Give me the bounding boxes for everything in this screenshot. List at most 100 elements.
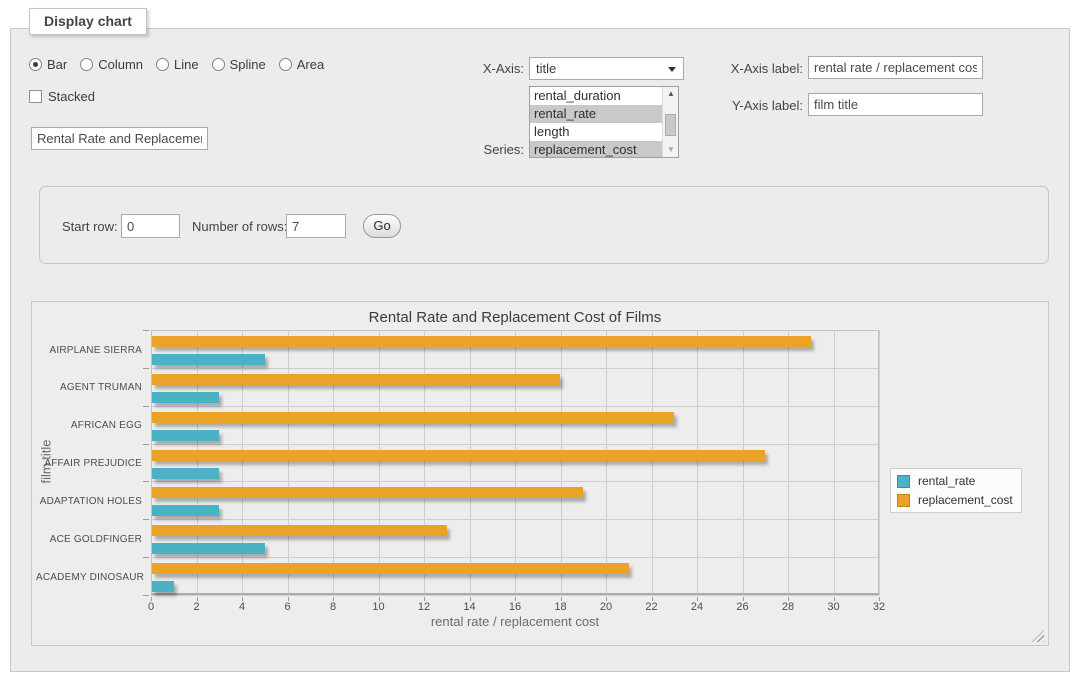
chart-type-radio-column[interactable]: Column xyxy=(80,57,143,72)
start-row-input[interactable] xyxy=(121,214,180,238)
series-option-length[interactable]: length xyxy=(530,123,662,141)
bar-replacement_cost xyxy=(152,374,560,385)
y-tick-mark xyxy=(143,595,149,596)
x-tick-label: 10 xyxy=(364,601,394,613)
legend-item: replacement_cost xyxy=(897,493,1013,507)
chart-type-radio-spline[interactable]: Spline xyxy=(212,57,266,72)
scrollbar-thumb[interactable] xyxy=(665,114,676,136)
gridline-horizontal xyxy=(151,595,879,596)
chart-title-input[interactable] xyxy=(31,127,208,150)
radio-label: Line xyxy=(174,57,199,72)
x-axis-select[interactable]: title xyxy=(529,57,684,80)
bar-rental_rate xyxy=(152,543,265,554)
chart-type-radio-line[interactable]: Line xyxy=(156,57,199,72)
category-label: AIRPLANE SIERRA xyxy=(36,345,142,356)
category-label: ACADEMY DINOSAUR xyxy=(36,572,142,583)
bar-rental_rate xyxy=(152,581,174,592)
x-tick-label: 8 xyxy=(318,601,348,613)
bar-rental_rate xyxy=(152,505,219,516)
radio-icon[interactable] xyxy=(279,58,292,71)
bar-rental_rate xyxy=(152,354,265,365)
chart-legend: rental_rate replacement_cost xyxy=(890,468,1022,513)
num-rows-input[interactable] xyxy=(286,214,346,238)
y-tick-mark xyxy=(143,481,149,482)
x-axis-label-label: X-Axis label: xyxy=(663,61,803,76)
legend-label: rental_rate xyxy=(918,474,975,488)
radio-label: Bar xyxy=(47,57,67,72)
radio-icon[interactable] xyxy=(212,58,225,71)
y-tick-mark xyxy=(143,406,149,407)
legend-label: replacement_cost xyxy=(918,493,1013,507)
resize-handle-icon[interactable] xyxy=(1032,630,1044,642)
series-options: rental_durationrental_ratelengthreplacem… xyxy=(530,87,662,157)
num-rows-label: Number of rows: xyxy=(192,219,287,234)
bar-rental_rate xyxy=(152,468,219,479)
x-tick-label: 12 xyxy=(409,601,439,613)
category-label: ADAPTATION HOLES xyxy=(36,496,142,507)
bar-replacement_cost xyxy=(152,450,765,461)
radio-label: Column xyxy=(98,57,143,72)
series-option-replacement_cost[interactable]: replacement_cost xyxy=(530,141,662,157)
series-option-rental_duration[interactable]: rental_duration xyxy=(530,87,662,105)
chart-type-radio-group: Bar Column Line Spline Area xyxy=(29,57,324,72)
x-tick-label: 26 xyxy=(728,601,758,613)
series-listbox[interactable]: rental_durationrental_ratelengthreplacem… xyxy=(529,86,679,158)
x-tick-label: 24 xyxy=(682,601,712,613)
chart-x-axis-title: rental rate / replacement cost xyxy=(32,614,998,629)
stacked-label: Stacked xyxy=(48,89,95,104)
radio-label: Area xyxy=(297,57,324,72)
category-label: AFFAIR PREJUDICE xyxy=(36,458,142,469)
chart-title: Rental Rate and Replacement Cost of Film… xyxy=(32,309,998,326)
x-axis-select-label: X-Axis: xyxy=(424,61,524,76)
radio-icon[interactable] xyxy=(80,58,93,71)
x-tick-label: 14 xyxy=(455,601,485,613)
x-tick-label: 28 xyxy=(773,601,803,613)
x-axis-select-value: title xyxy=(536,61,556,76)
x-tick-label: 0 xyxy=(136,601,166,613)
category-label: AFRICAN EGG xyxy=(36,420,142,431)
bar-replacement_cost xyxy=(152,412,674,423)
radio-icon[interactable] xyxy=(29,58,42,71)
bar-rental_rate xyxy=(152,392,219,403)
radio-label: Spline xyxy=(230,57,266,72)
x-tick-label: 4 xyxy=(227,601,257,613)
gridline-vertical xyxy=(879,330,880,595)
category-label: ACE GOLDFINGER xyxy=(36,534,142,545)
x-tick-label: 32 xyxy=(864,601,894,613)
bar-rental_rate xyxy=(152,430,219,441)
y-axis-label-label: Y-Axis label: xyxy=(663,98,803,113)
y-tick-mark xyxy=(143,330,149,331)
series-option-rental_rate[interactable]: rental_rate xyxy=(530,105,662,123)
y-tick-mark xyxy=(143,557,149,558)
y-tick-mark xyxy=(143,368,149,369)
category-label: AGENT TRUMAN xyxy=(36,382,142,393)
page: Display chart Bar Column Line Spline Area St… xyxy=(0,0,1081,681)
stacked-checkbox[interactable] xyxy=(29,90,42,103)
scroll-down-icon[interactable]: ▼ xyxy=(663,143,679,157)
start-row-label: Start row: xyxy=(62,219,118,234)
fieldset-legend: Display chart xyxy=(29,8,147,35)
display-chart-fieldset: Display chart BarColumnLineSplineArea St… xyxy=(10,28,1070,672)
x-tick-label: 22 xyxy=(637,601,667,613)
plot-area-border xyxy=(151,330,879,595)
bar-replacement_cost xyxy=(152,525,447,536)
x-tick-label: 18 xyxy=(546,601,576,613)
bar-replacement_cost xyxy=(152,563,629,574)
x-axis-label-input[interactable] xyxy=(808,56,983,79)
stacked-checkbox-row: Stacked xyxy=(29,89,95,104)
chart-type-radio-area[interactable]: Area xyxy=(279,57,324,72)
x-tick-label: 16 xyxy=(500,601,530,613)
x-tick-label: 30 xyxy=(819,601,849,613)
y-tick-mark xyxy=(143,444,149,445)
bar-replacement_cost xyxy=(152,336,811,347)
row-range-panel: Start row: Number of rows: Go xyxy=(39,186,1049,264)
y-axis-label-input[interactable] xyxy=(808,93,983,116)
x-tick-label: 2 xyxy=(182,601,212,613)
x-tick-label: 6 xyxy=(273,601,303,613)
bar-replacement_cost xyxy=(152,487,583,498)
chart-panel: Rental Rate and Replacement Cost of Film… xyxy=(31,301,1049,646)
chart-type-radio-bar[interactable]: Bar xyxy=(29,57,67,72)
go-button[interactable]: Go xyxy=(363,214,401,238)
legend-swatch-replacement_cost xyxy=(897,494,910,507)
radio-icon[interactable] xyxy=(156,58,169,71)
